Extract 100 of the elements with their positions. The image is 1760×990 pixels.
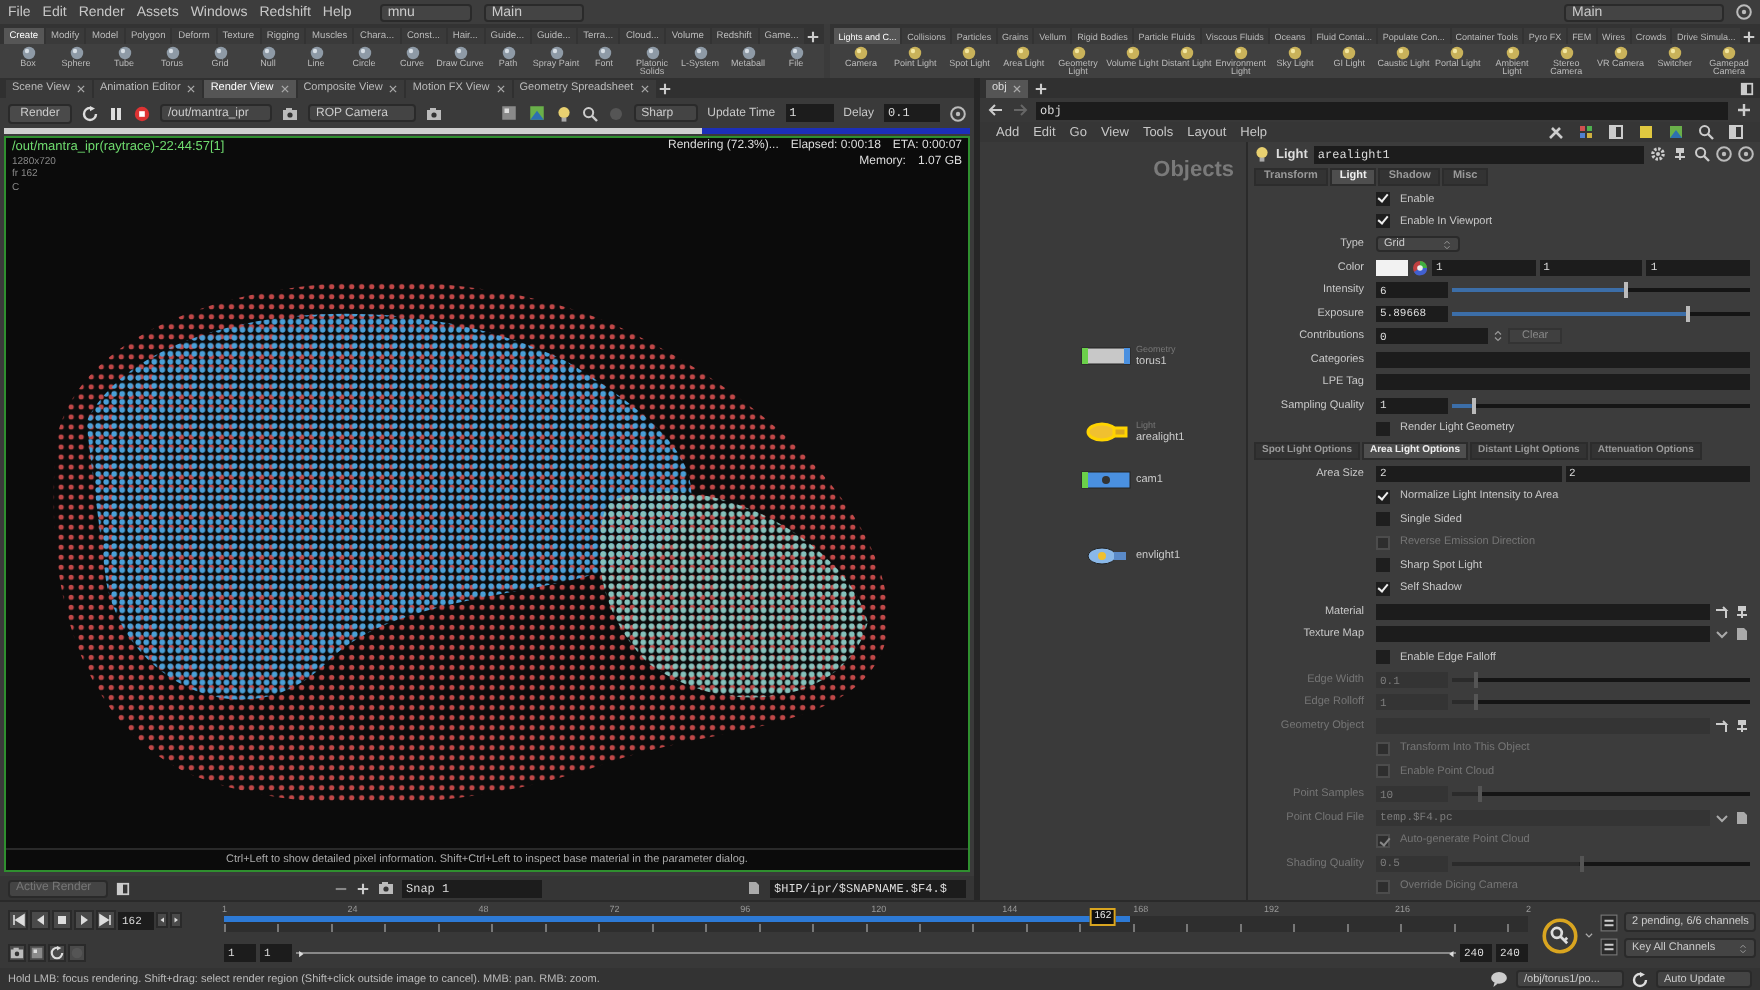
ball-icon	[1342, 46, 1357, 60]
info-icon[interactable]	[1716, 146, 1732, 162]
channel-list-icon[interactable]	[1600, 938, 1618, 956]
loop-icon[interactable]	[48, 944, 66, 962]
file-icon[interactable]	[746, 880, 762, 896]
step-back-icon[interactable]	[156, 912, 168, 928]
checkbox[interactable]	[1376, 421, 1390, 436]
stop-icon[interactable]	[134, 105, 150, 121]
refresh-icon[interactable]	[82, 105, 98, 121]
camera-node-icon[interactable]	[1080, 470, 1132, 490]
ball-icon	[501, 46, 515, 60]
search-icon[interactable]	[1698, 124, 1714, 140]
file-chooser-icon[interactable]	[1734, 626, 1750, 643]
node-chooser-icon[interactable]	[1734, 603, 1750, 620]
ball-icon	[1667, 46, 1682, 60]
stepper-icon[interactable]	[1492, 328, 1504, 345]
file-chooser-icon[interactable]	[1734, 809, 1750, 826]
ball-icon	[405, 46, 419, 60]
image-toggle-icon[interactable]	[527, 104, 546, 122]
ball-icon	[309, 46, 323, 60]
caret-icon[interactable]	[1714, 626, 1730, 643]
close-icon[interactable]	[388, 83, 399, 93]
plus-icon[interactable]	[657, 81, 672, 95]
color-swatch[interactable]	[1376, 259, 1408, 276]
color-wheel-icon[interactable]	[1412, 259, 1428, 276]
close-icon[interactable]	[639, 83, 650, 93]
plus-icon[interactable]	[1034, 81, 1049, 95]
plus-icon[interactable]	[805, 30, 820, 44]
bulb-icon[interactable]	[1254, 146, 1270, 162]
checkbox[interactable]	[1376, 214, 1390, 229]
text-field[interactable]	[1376, 374, 1750, 391]
ball-icon	[1179, 46, 1194, 60]
slider-fill[interactable]	[1452, 397, 1476, 414]
search-icon[interactable]	[1694, 146, 1710, 162]
speech-bubble-icon[interactable]	[1490, 970, 1508, 988]
slider-fill[interactable]	[1452, 305, 1691, 322]
close-icon[interactable]	[1012, 83, 1023, 93]
ball-icon	[789, 46, 803, 60]
camera-icon[interactable]	[8, 944, 26, 962]
stop-icon[interactable]	[52, 910, 72, 930]
help-icon[interactable]	[1738, 146, 1754, 162]
jump-arrow-icon[interactable]	[1714, 717, 1730, 734]
skip-to-end-icon[interactable]	[96, 910, 116, 930]
skip-to-start-icon[interactable]	[8, 910, 28, 930]
checkbox[interactable]	[1376, 650, 1390, 665]
play-icon[interactable]	[74, 910, 94, 930]
close-icon[interactable]	[75, 83, 86, 93]
close-icon[interactable]	[186, 83, 197, 93]
range-handle-icon[interactable]	[296, 947, 306, 959]
geometry-node-icon[interactable]	[1080, 346, 1132, 367]
pixel-toggle-icon[interactable]	[499, 104, 518, 122]
checkbox[interactable]	[1376, 512, 1390, 527]
camera-icon[interactable]	[282, 105, 298, 121]
text-field[interactable]	[1376, 351, 1750, 368]
step-forward-icon[interactable]	[170, 912, 182, 928]
sticky-note-icon[interactable]	[1638, 124, 1654, 140]
node-chooser-icon[interactable]	[1672, 146, 1688, 162]
updown-icon	[1738, 941, 1749, 955]
step-back-icon[interactable]	[30, 910, 50, 930]
panel-icon[interactable]	[1728, 124, 1744, 140]
ball-icon	[854, 46, 869, 60]
panel-icon[interactable]	[1608, 124, 1624, 140]
file-field[interactable]	[1376, 626, 1710, 643]
pause-icon[interactable]	[108, 105, 124, 121]
bulb-icon[interactable]	[555, 105, 572, 121]
caret-icon[interactable]	[1584, 930, 1594, 940]
channel-list-icon[interactable]	[1600, 914, 1618, 932]
gear-icon[interactable]	[1650, 146, 1666, 162]
back-arrow-icon[interactable]	[988, 102, 1004, 118]
panel-icon[interactable]	[1740, 81, 1754, 95]
plus-icon[interactable]	[1742, 30, 1757, 44]
ball-icon	[1613, 46, 1628, 60]
plus-icon[interactable]	[356, 881, 370, 895]
checkbox[interactable]	[1376, 581, 1390, 596]
ball-icon	[69, 46, 83, 60]
key-icon[interactable]	[1542, 917, 1578, 953]
path-field[interactable]	[1376, 603, 1710, 620]
grid-icon[interactable]	[1578, 124, 1594, 140]
ball-icon	[21, 46, 35, 60]
close-icon[interactable]	[279, 83, 290, 93]
ball-icon	[741, 46, 755, 60]
camera-icon[interactable]	[378, 880, 394, 896]
checkbox[interactable]	[1376, 192, 1390, 206]
zoom-icon[interactable]	[581, 105, 598, 121]
updown-icon	[1442, 237, 1452, 252]
ball-icon	[597, 46, 611, 60]
jump-arrow-icon[interactable]	[1714, 603, 1730, 620]
help-icon[interactable]	[950, 105, 966, 121]
slider-fill[interactable]	[1452, 282, 1628, 299]
image-icon[interactable]	[1668, 124, 1684, 140]
node-chooser-icon[interactable]	[1734, 717, 1750, 734]
panel-icon[interactable]	[116, 881, 130, 895]
checkbox[interactable]	[1376, 558, 1390, 573]
checkbox[interactable]	[1376, 489, 1390, 504]
refresh-icon[interactable]	[1632, 971, 1648, 987]
caret-icon[interactable]	[1714, 809, 1730, 826]
help-icon[interactable]	[1736, 4, 1752, 20]
camera-icon[interactable]	[426, 105, 442, 121]
close-icon[interactable]	[495, 83, 506, 93]
range-handle-icon[interactable]	[1446, 947, 1456, 959]
